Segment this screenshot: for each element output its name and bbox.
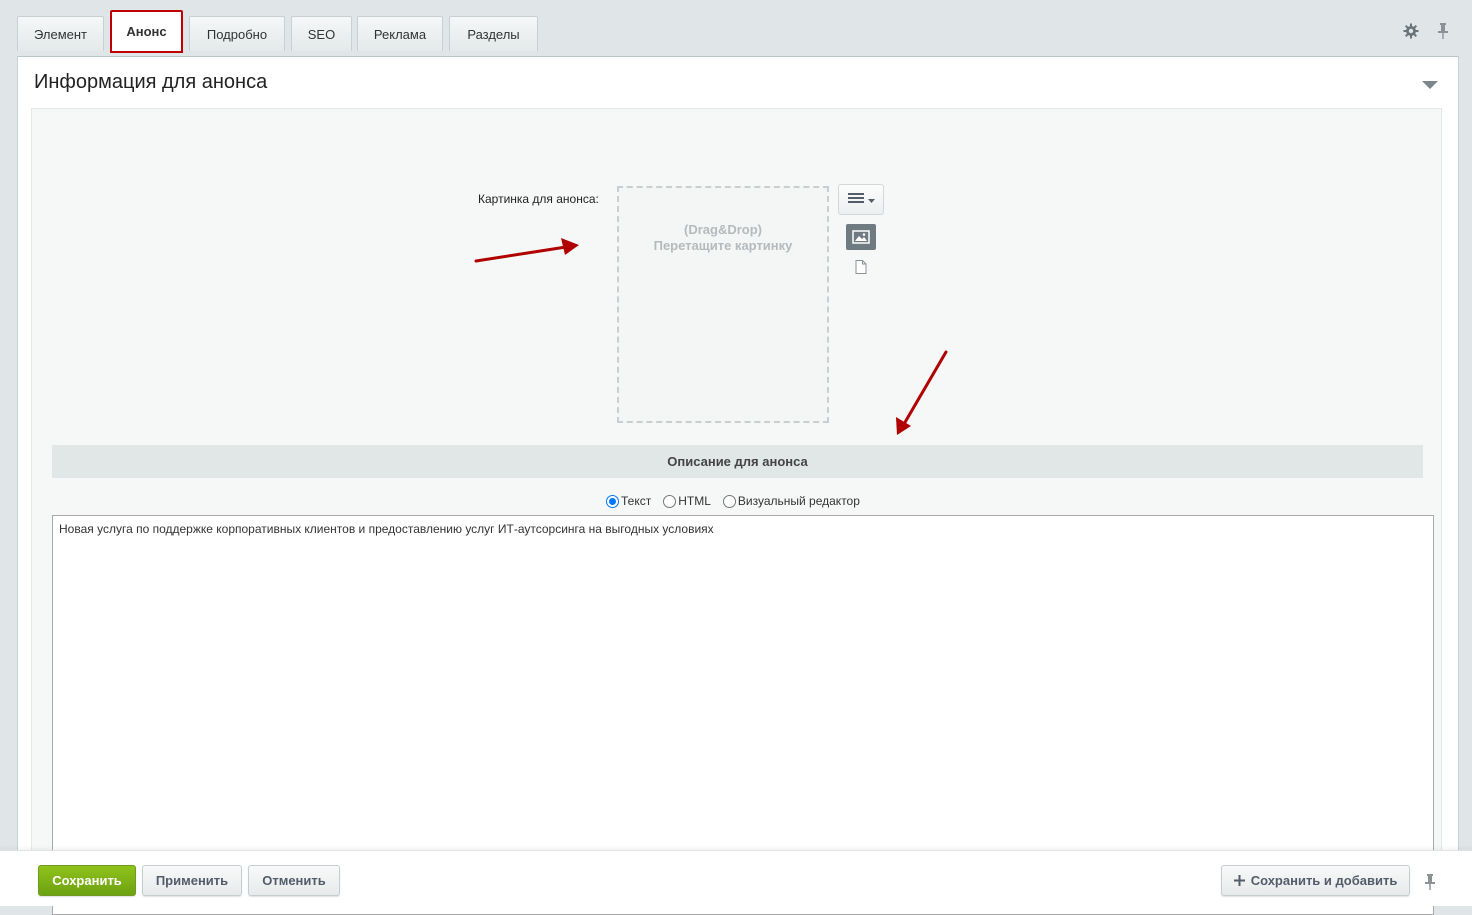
image-upload-icon[interactable]: [846, 224, 876, 250]
description-text: Новая услуга по поддержке корпоративных …: [59, 522, 714, 536]
action-bar: Сохранить Применить Отменить Сохранить и…: [0, 850, 1472, 906]
plus-icon: [1233, 875, 1245, 886]
cancel-button[interactable]: Отменить: [248, 865, 340, 896]
tab-sections[interactable]: Разделы: [449, 16, 538, 51]
tab-advertising[interactable]: Реклама: [357, 16, 443, 51]
tab-details[interactable]: Подробно: [189, 16, 285, 51]
announce-card: Информация для анонса Картинка для анонс…: [17, 56, 1459, 915]
mode-label: Визуальный редактор: [737, 494, 860, 508]
mode-label: Текст: [621, 494, 652, 508]
image-dropzone[interactable]: (Drag&Drop) Перетащите картинку: [617, 186, 829, 423]
chevron-down-icon: [867, 191, 875, 209]
tab-bar: Элемент Анонс Подробно SEO Реклама Разде…: [0, 0, 1472, 57]
menu-icon: [847, 191, 864, 209]
save-and-add-label: Сохранить и добавить: [1250, 873, 1398, 888]
tab-element[interactable]: Элемент: [17, 16, 104, 51]
save-and-add-button[interactable]: Сохранить и добавить: [1221, 865, 1410, 896]
tab-label: Разделы: [467, 26, 520, 42]
description-section-header: Описание для анонса: [52, 445, 1423, 478]
radio-dot[interactable]: [606, 494, 619, 508]
save-button[interactable]: Сохранить: [38, 865, 136, 896]
tab-label: Реклама: [373, 26, 427, 42]
mode-radio-visual-editor[interactable]: Визуальный редактор: [722, 494, 860, 508]
tab-label: SEO: [307, 26, 336, 42]
description-mode-group: Текст HTML Визуальный редактор: [606, 494, 872, 508]
tab-label: Подробно: [206, 26, 268, 42]
pin-icon[interactable]: [1434, 22, 1452, 40]
gear-icon[interactable]: [1402, 22, 1420, 40]
tab-announce[interactable]: Анонс: [110, 10, 183, 53]
preview-image-label: Картинка для анонса:: [478, 192, 599, 206]
radio-dot[interactable]: [663, 494, 677, 508]
radio-dot[interactable]: [722, 494, 736, 508]
section-title: Информация для анонса: [34, 71, 268, 93]
mode-radio-html[interactable]: HTML: [663, 494, 711, 508]
pin-icon[interactable]: [1424, 873, 1438, 891]
dropzone-hint-2: Перетащите картинку: [653, 238, 793, 253]
mode-label: HTML: [678, 494, 711, 508]
collapse-arrow-icon[interactable]: [1422, 77, 1438, 89]
apply-button[interactable]: Применить: [142, 865, 242, 896]
tab-label: Элемент: [33, 26, 88, 42]
dropzone-hint-1: (Drag&Drop): [684, 222, 762, 237]
mode-radio-text[interactable]: Текст: [606, 494, 651, 508]
tab-label: Анонс: [126, 24, 167, 39]
tab-seo[interactable]: SEO: [291, 16, 352, 51]
form-panel: Картинка для анонса: (Drag&Drop) Перетащ…: [31, 108, 1442, 915]
image-menu-button[interactable]: [838, 184, 884, 215]
file-icon[interactable]: [855, 260, 867, 274]
